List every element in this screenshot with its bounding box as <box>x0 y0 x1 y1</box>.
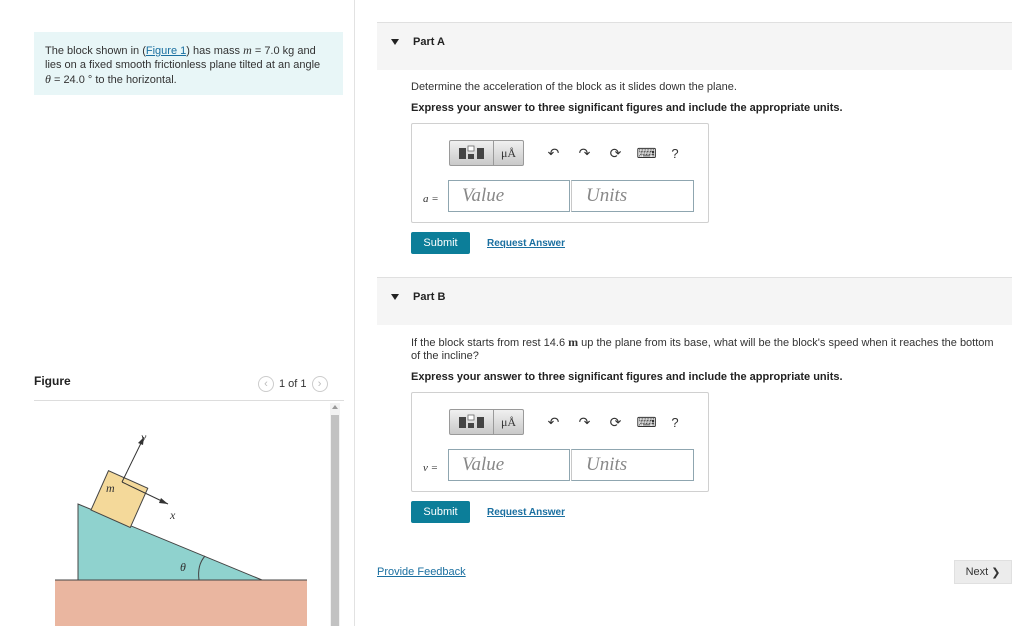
mass-symbol: m <box>243 43 252 57</box>
redo-icon[interactable]: ↷ <box>569 409 600 435</box>
part-a-submit-button[interactable]: Submit <box>411 232 470 254</box>
part-b-submit-button[interactable]: Submit <box>411 501 470 523</box>
collapse-triangle-icon[interactable] <box>391 39 399 45</box>
part-a-toolbar: μÅ ↶ ↷ ⟳ ⌨ ? <box>449 140 688 166</box>
templates-button[interactable] <box>449 140 494 166</box>
part-a-variable: a = <box>423 193 439 205</box>
undo-icon[interactable]: ↶ <box>538 140 569 166</box>
intro-line-2: lies on a fixed smooth frictionless plan… <box>45 59 321 71</box>
part-b-question: If the block starts from rest 14.6 m up … <box>411 336 1011 363</box>
provide-feedback-link[interactable]: Provide Feedback <box>377 566 466 578</box>
scroll-up-arrow[interactable] <box>332 405 338 409</box>
help-icon[interactable]: ? <box>662 409 688 435</box>
part-b-request-answer-link[interactable]: Request Answer <box>487 507 565 518</box>
chevron-left-icon: ‹ <box>264 377 268 390</box>
mass-value: = 7.0 kg and <box>251 45 316 57</box>
part-a-units-input[interactable]: Units <box>571 180 694 212</box>
units-symbol-button[interactable]: μÅ <box>494 140 524 166</box>
part-b-units-input[interactable]: Units <box>571 449 694 481</box>
figure-divider <box>34 400 344 401</box>
part-b-answer-box: μÅ ↶ ↷ ⟳ ⌨ ? v = Value Units <box>411 392 709 492</box>
distance-unit: m <box>568 335 579 349</box>
part-b-toolbar: μÅ ↶ ↷ ⟳ ⌨ ? <box>449 409 688 435</box>
column-divider <box>354 0 355 626</box>
collapse-triangle-icon[interactable] <box>391 294 399 300</box>
intro-text-2: ) has mass <box>186 45 244 57</box>
part-a-label: Part A <box>413 36 445 48</box>
redo-icon[interactable]: ↷ <box>569 140 600 166</box>
part-b-question-line-2: of the incline? <box>411 350 479 362</box>
figure-scrollbar[interactable] <box>330 403 340 626</box>
next-figure-button[interactable]: › <box>311 376 328 392</box>
intro-line-3: = 24.0 ° to the horizontal. <box>50 74 177 86</box>
intro-text-1: The block shown in ( <box>45 45 146 57</box>
part-a-value-input[interactable]: Value <box>448 180 570 212</box>
theta-label: θ <box>180 560 186 574</box>
y-label: y <box>140 430 147 444</box>
x-axis-arrow <box>159 498 168 504</box>
next-button[interactable]: Next ❯ <box>954 560 1012 584</box>
part-b-variable: v = <box>423 462 439 474</box>
mass-label: m <box>106 481 115 495</box>
reset-icon[interactable]: ⟳ <box>600 140 631 166</box>
part-a-question: Determine the acceleration of the block … <box>411 81 737 93</box>
chevron-right-icon: › <box>317 377 322 390</box>
figure-title: Figure <box>34 374 71 388</box>
x-label: x <box>169 508 176 522</box>
part-a-instruction: Express your answer to three significant… <box>411 102 843 114</box>
next-label: Next <box>965 566 989 578</box>
prev-figure-button[interactable]: ‹ <box>258 376 274 392</box>
part-a-answer-box: μÅ ↶ ↷ ⟳ ⌨ ? a = Value Units <box>411 123 709 223</box>
keyboard-icon[interactable]: ⌨ <box>631 140 662 166</box>
scroll-thumb[interactable] <box>331 415 339 626</box>
help-icon[interactable]: ? <box>662 140 688 166</box>
keyboard-icon[interactable]: ⌨ <box>631 409 662 435</box>
incline-figure: y x m θ <box>55 430 307 626</box>
undo-icon[interactable]: ↶ <box>538 409 569 435</box>
reset-icon[interactable]: ⟳ <box>600 409 631 435</box>
part-b-label: Part B <box>413 291 446 303</box>
part-a-header[interactable]: Part A <box>377 22 1012 70</box>
ground <box>55 580 307 626</box>
units-symbol-button[interactable]: μÅ <box>494 409 524 435</box>
templates-icon <box>458 414 484 428</box>
figure-pager: ‹ 1 of 1 › <box>258 375 328 393</box>
part-b-question-text-2: up the plane from its base, what will be… <box>578 337 994 349</box>
part-b-value-input[interactable]: Value <box>448 449 570 481</box>
figure-link[interactable]: Figure 1 <box>146 45 186 57</box>
problem-intro: The block shown in (Figure 1) has mass m… <box>34 32 343 95</box>
part-a-request-answer-link[interactable]: Request Answer <box>487 238 565 249</box>
chevron-right-icon: ❯ <box>991 566 1001 579</box>
templates-icon <box>458 145 484 159</box>
figure-page-count: 1 of 1 <box>279 378 307 390</box>
templates-button[interactable] <box>449 409 494 435</box>
part-b-instruction: Express your answer to three significant… <box>411 371 843 383</box>
part-b-header[interactable]: Part B <box>377 277 1012 325</box>
part-b-question-text: If the block starts from rest 14.6 <box>411 337 569 349</box>
